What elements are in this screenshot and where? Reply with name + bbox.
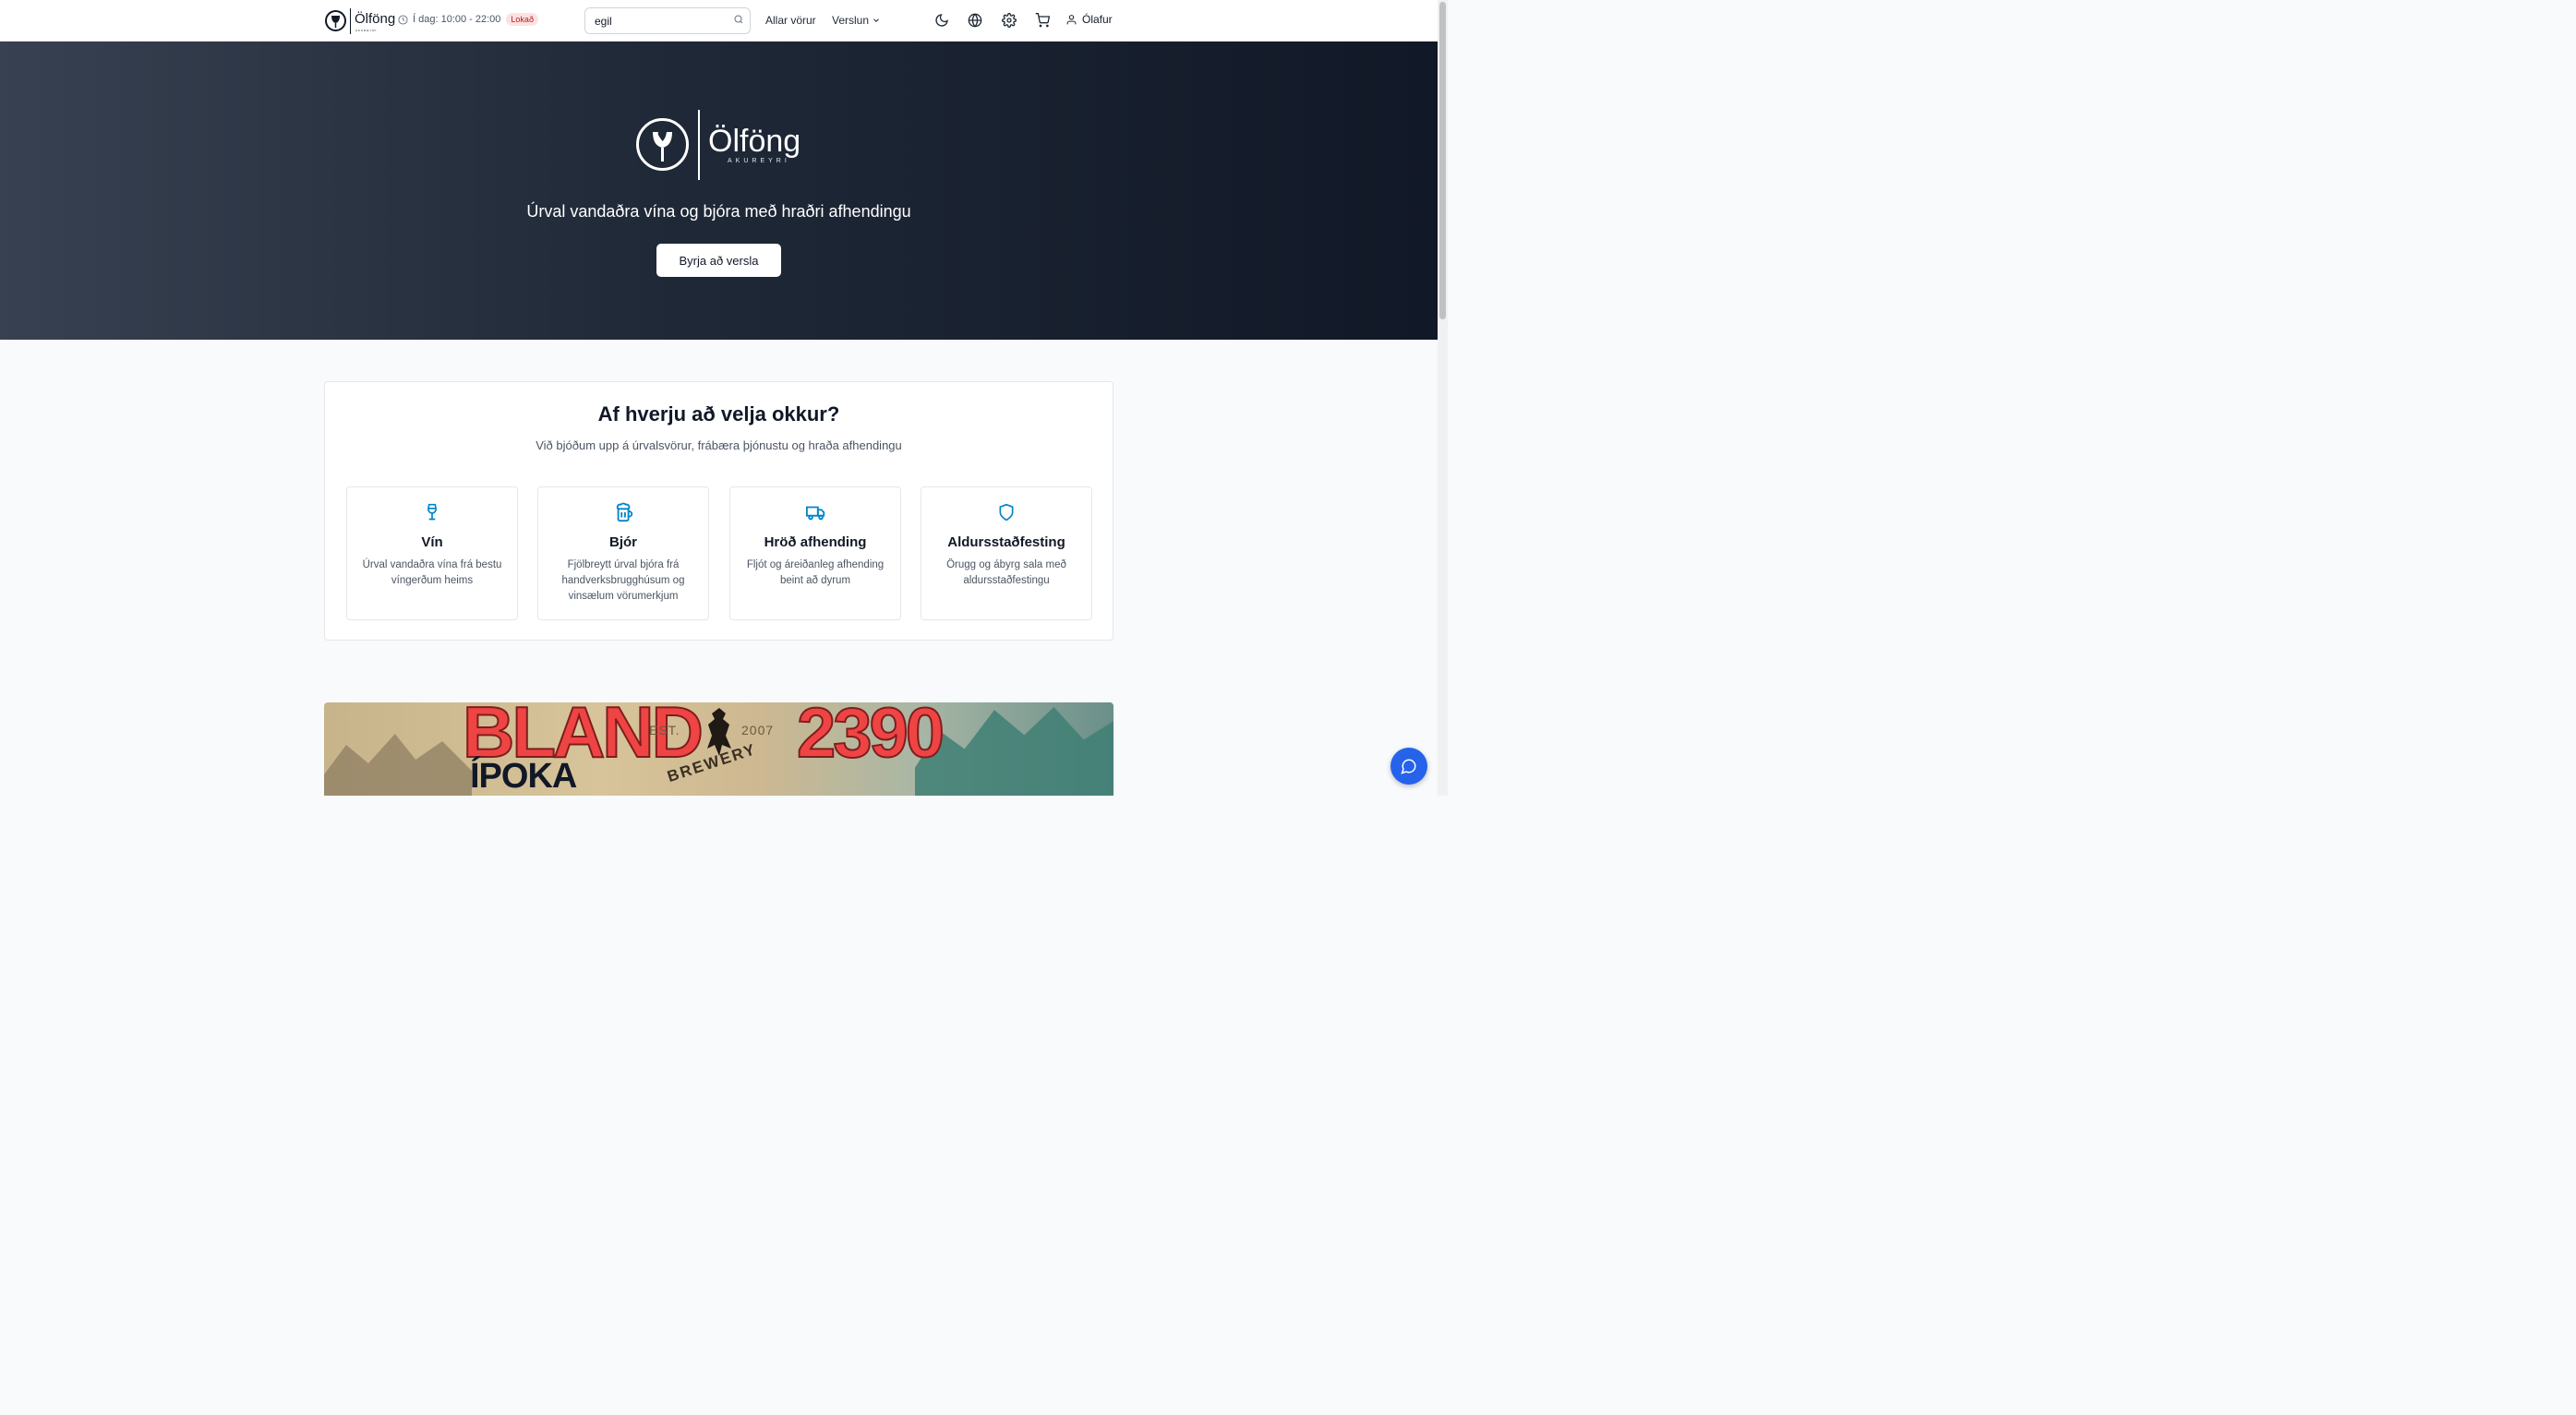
globe-icon[interactable] <box>968 13 982 28</box>
hero-glass-icon <box>636 118 689 171</box>
status-badge: Lokað <box>506 13 538 26</box>
banner-mountain-art <box>915 707 1113 796</box>
wine-glass-icon <box>427 503 438 521</box>
search-box <box>584 7 751 34</box>
chat-button[interactable] <box>1390 748 1427 785</box>
banner-price: 2390 <box>796 702 945 773</box>
scrollbar-thumb[interactable] <box>1439 2 1446 319</box>
logo-glass-icon <box>325 10 346 31</box>
hero-tagline: Úrval vandaðra vína og bjóra með hraðri … <box>526 202 911 221</box>
hero-brand-sub: AKUREYRI <box>728 158 790 164</box>
chevron-down-icon <box>873 18 879 22</box>
banner-subline: ÍPOKA <box>470 757 577 796</box>
search-input[interactable] <box>595 8 733 33</box>
feature-text: Úrval vandaðra vína frá bestu víngerðum … <box>362 559 502 586</box>
brand-name: Ölföng <box>355 11 396 27</box>
search-icon[interactable] <box>733 14 744 25</box>
feature-title: Aldursstaðfesting <box>947 534 1065 550</box>
brand-logo[interactable]: Ölföng AKUREYRI <box>325 7 395 34</box>
cart-icon[interactable] <box>1035 13 1050 28</box>
nav-shop-dropdown[interactable]: Verslun <box>832 14 881 27</box>
nav-all-products[interactable]: Allar vörur <box>765 14 816 27</box>
user-menu[interactable]: Ólafur <box>1065 13 1113 26</box>
logo-divider <box>350 7 351 34</box>
start-shopping-button[interactable]: Byrja að versla <box>656 244 781 277</box>
user-icon <box>1066 14 1077 24</box>
feature-title: Hröð afhending <box>764 534 867 550</box>
feature-text: Fljót og áreiðanleg afhending beint að d… <box>746 559 885 586</box>
banner-est: EST. <box>649 723 680 737</box>
feature-card-age-verification: Aldursstaðfesting Örugg og ábyrg sala me… <box>921 486 1092 620</box>
beer-mug-icon <box>616 502 633 522</box>
promo-banner[interactable]: BLAND ÍPOKA EST. 2007 BREWERY 2390 <box>324 702 1113 796</box>
top-navbar: Ölföng AKUREYRI Í dag: 10:00 - 22:00 Lok… <box>0 0 1438 42</box>
feature-text: Fjölbreytt úrval bjóra frá handverksbrug… <box>561 559 685 602</box>
clock-icon <box>398 14 408 25</box>
section-lead: Við bjóðum upp á úrvalsvörur, frábæra þj… <box>536 438 902 452</box>
banner-mountain-art <box>324 734 472 796</box>
shield-icon <box>999 503 1014 522</box>
chat-bubble-icon <box>1401 759 1416 774</box>
feature-text: Örugg og ábyrg sala með aldursstaðfestin… <box>946 559 1066 586</box>
nav-shop-label: Verslun <box>832 14 870 27</box>
truck-icon <box>806 506 825 521</box>
moon-icon[interactable] <box>934 13 949 28</box>
feature-card-delivery: Hröð afhending Fljót og áreiðanleg afhen… <box>729 486 901 620</box>
feature-title: Vín <box>421 534 443 550</box>
banner-year: 2007 <box>741 723 775 737</box>
hero-logo: Ölföng AKUREYRI <box>636 110 804 182</box>
why-us-section: Af hverju að velja okkur? Við bjóðum upp… <box>324 381 1113 641</box>
feature-card-beer: Bjór Fjölbreytt úrval bjóra frá handverk… <box>537 486 709 620</box>
hero-logo-divider <box>698 110 700 180</box>
opening-hours: Í dag: 10:00 - 22:00 Lokað <box>398 13 538 26</box>
hero-brand-name: Ölföng <box>708 124 801 159</box>
feature-title: Bjór <box>609 534 637 550</box>
hours-label: Í dag: 10:00 - 22:00 <box>413 14 501 25</box>
user-name: Ólafur <box>1082 13 1113 26</box>
brand-sub: AKUREYRI <box>355 29 378 32</box>
gear-icon[interactable] <box>1002 13 1017 28</box>
section-title: Af hverju að velja okkur? <box>597 402 840 426</box>
hero-section: Ölföng AKUREYRI Úrval vandaðra vína og b… <box>0 42 1438 340</box>
feature-card-wine: Vín Úrval vandaðra vína frá bestu vínger… <box>346 486 518 620</box>
